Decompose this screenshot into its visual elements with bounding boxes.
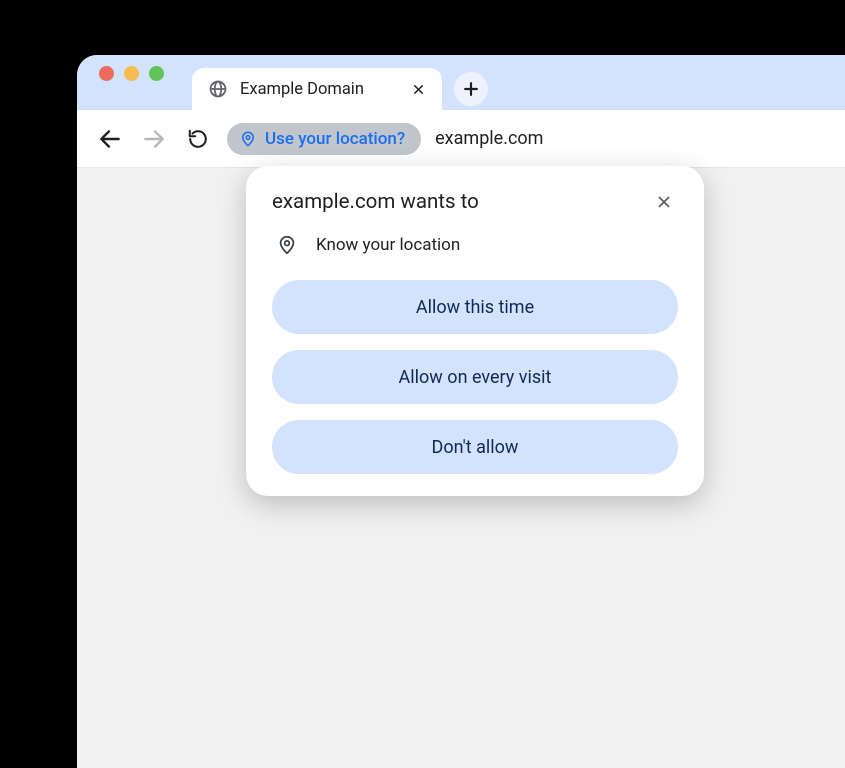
reload-button[interactable] [183, 124, 213, 154]
globe-icon [208, 79, 228, 99]
back-button[interactable] [95, 124, 125, 154]
url-text: example.com [435, 128, 543, 149]
location-pin-icon [239, 130, 257, 148]
permission-buttons: Allow this time Allow on every visit Don… [272, 280, 678, 474]
allow-once-button[interactable]: Allow this time [272, 280, 678, 334]
toolbar: Use your location? example.com [77, 110, 845, 168]
popover-title: example.com wants to [272, 190, 479, 214]
browser-tab[interactable]: Example Domain [192, 68, 442, 110]
location-permission-chip[interactable]: Use your location? [227, 123, 421, 155]
omnibox[interactable]: Use your location? example.com [227, 123, 543, 155]
permission-popover: example.com wants to Know your location … [246, 166, 704, 496]
titlebar: Example Domain [77, 55, 845, 110]
popover-header: example.com wants to [272, 188, 678, 216]
tab-close-button[interactable] [408, 79, 428, 99]
tab-title: Example Domain [240, 80, 396, 99]
new-tab-button[interactable] [454, 72, 488, 106]
permission-chip-text: Use your location? [265, 129, 405, 149]
window-zoom-button[interactable] [149, 66, 164, 81]
browser-window: Example Domain Use your loca [77, 55, 845, 755]
allow-always-button[interactable]: Allow on every visit [272, 350, 678, 404]
tab-strip: Example Domain [192, 55, 488, 110]
popover-close-button[interactable] [650, 188, 678, 216]
window-minimize-button[interactable] [124, 66, 139, 81]
deny-button[interactable]: Don't allow [272, 420, 678, 474]
window-controls [99, 55, 164, 110]
permission-label: Know your location [316, 235, 460, 255]
location-pin-icon [276, 234, 298, 256]
forward-button[interactable] [139, 124, 169, 154]
window-close-button[interactable] [99, 66, 114, 81]
permission-row: Know your location [272, 234, 678, 256]
